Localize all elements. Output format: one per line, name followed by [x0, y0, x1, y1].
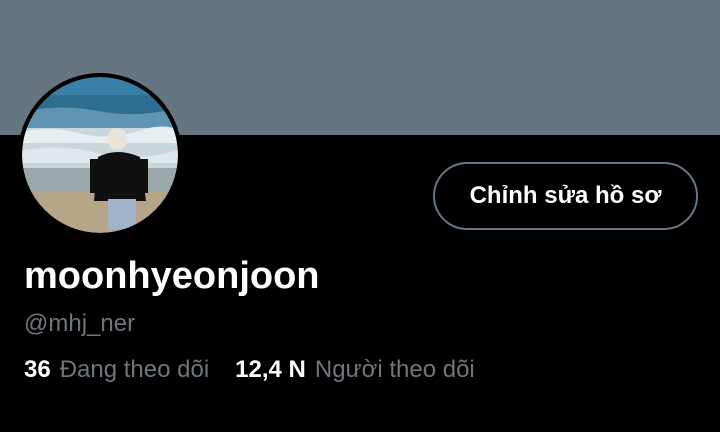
followers-count: 12,4 N — [235, 356, 306, 383]
following-count: 36 — [24, 356, 51, 383]
avatar[interactable] — [18, 73, 182, 237]
following-link[interactable]: 36 Đang theo dõi — [24, 356, 209, 384]
edit-profile-button[interactable]: Chỉnh sửa hồ sơ — [433, 162, 698, 230]
following-label: Đang theo dõi — [59, 356, 210, 383]
user-handle: @mhj_ner — [24, 310, 136, 337]
display-name: moonhyeonjoon — [24, 255, 320, 297]
followers-link[interactable]: 12,4 N Người theo dõi — [235, 356, 475, 384]
follow-stats: 36 Đang theo dõi 12,4 N Người theo dõi — [24, 356, 501, 384]
avatar-photo — [18, 73, 182, 237]
followers-label: Người theo dõi — [314, 356, 475, 383]
